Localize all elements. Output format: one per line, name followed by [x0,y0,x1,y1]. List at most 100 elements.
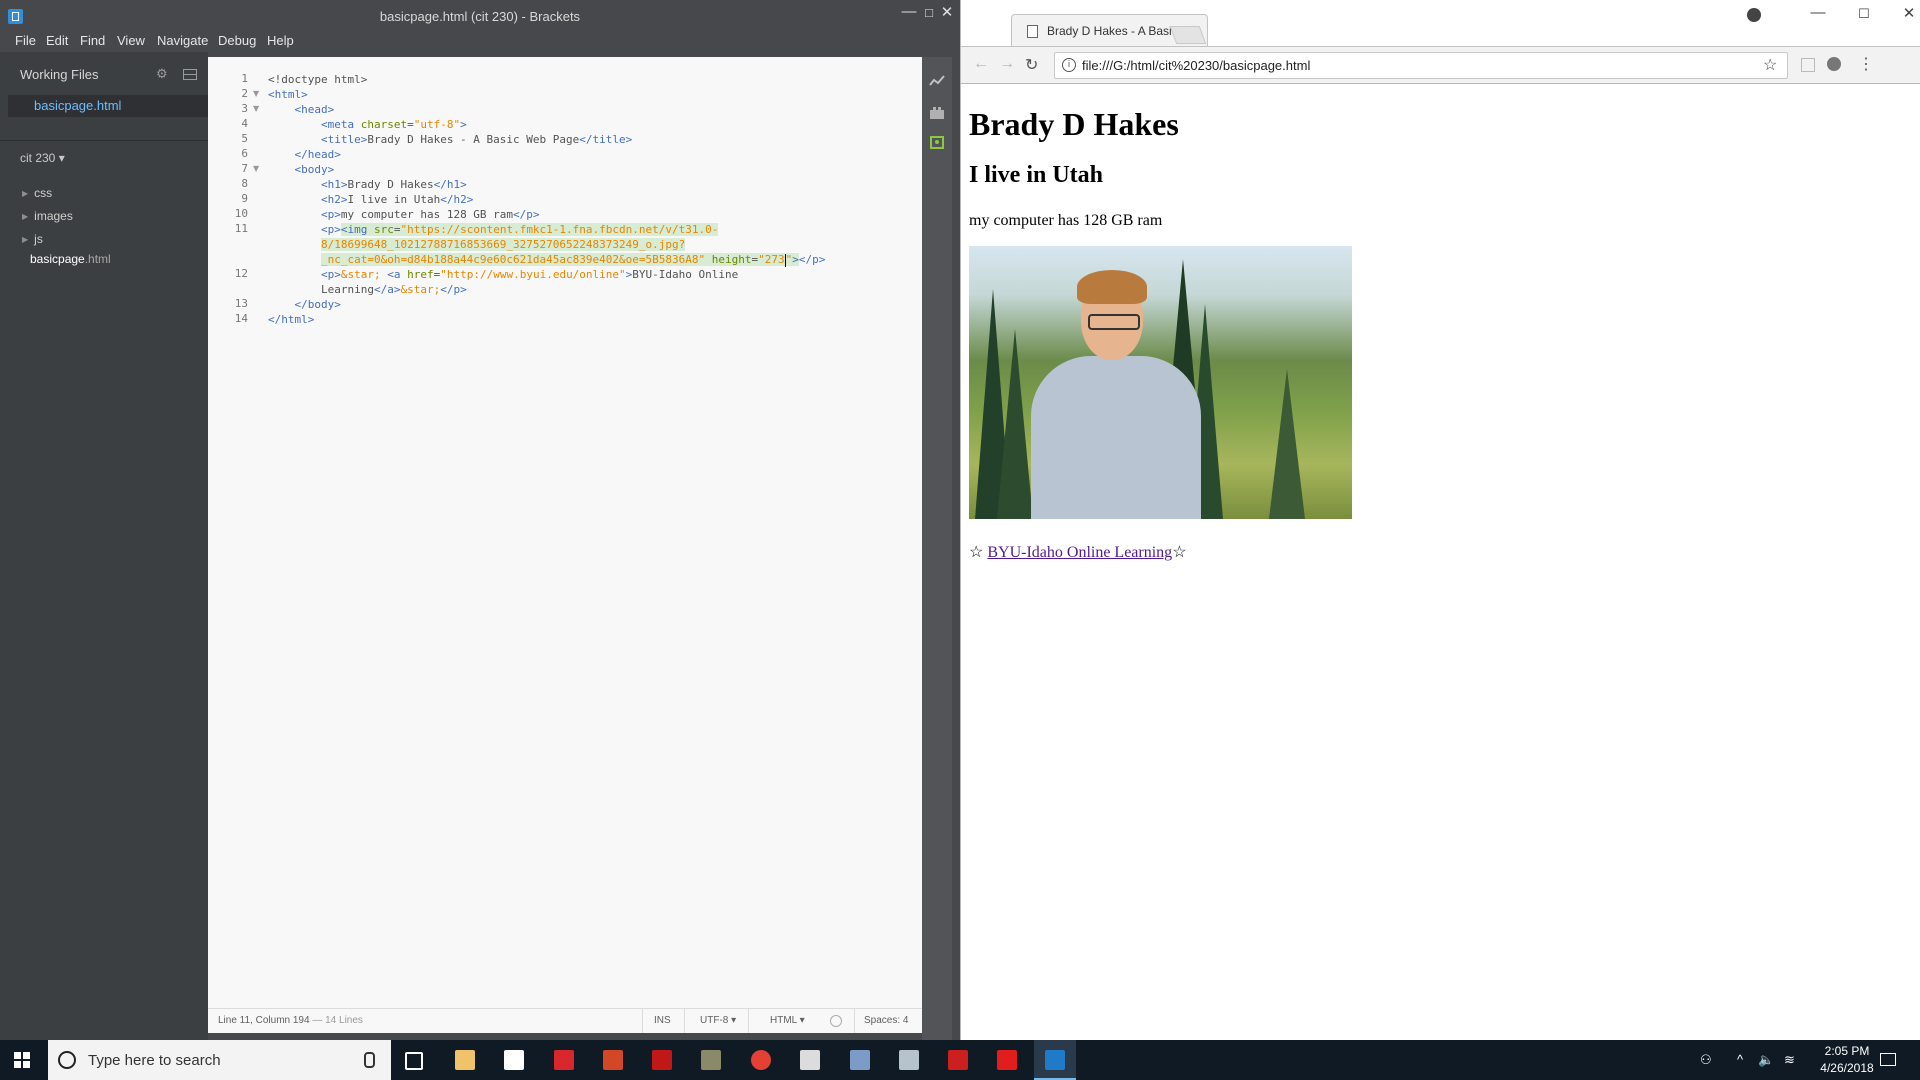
insert-mode-toggle[interactable]: INS [654,1009,671,1033]
maximize-icon[interactable]: ☐ [1849,6,1879,22]
tree-folder-css[interactable]: ▶ css [22,186,52,200]
menu-view[interactable]: View [117,33,145,48]
portrait-photo [969,246,1352,519]
byui-online-link[interactable]: BYU-Idaho Online Learning [987,544,1172,561]
close-icon[interactable]: ✕ [1894,4,1920,22]
calculator-icon[interactable] [800,1050,820,1070]
menu-find[interactable]: Find [80,33,105,48]
app-icon[interactable] [850,1050,870,1070]
fold-arrow-icon[interactable]: ▼ [253,164,259,173]
reload-icon[interactable]: ↻ [1025,55,1038,75]
indent-spaces[interactable]: Spaces: 4 [864,1009,908,1033]
linter-status-icon[interactable] [830,1015,842,1027]
code-line: 8/18699648_10212788716853669_32752706522… [320,238,686,251]
tree-folder-js[interactable]: ▶ js [22,232,43,246]
address-bar[interactable]: i file:///G:/html/cit%20230/basicpage.ht… [1054,52,1788,79]
status-divider [748,1009,749,1033]
clock-date: 4/26/2018 [1820,1061,1874,1075]
tree-folder-images[interactable]: ▶ images [22,209,73,223]
menu-icon[interactable]: ⋮ [1858,54,1874,74]
app-icon[interactable] [554,1050,574,1070]
tab-strip: Brady D Hakes - A Basic W ✕ — ☐ ✕ [961,0,1920,47]
line-number: 4 [241,117,248,130]
code-line: Learning</a>&star;</p> [320,283,467,296]
taskbar-search[interactable]: Type here to search [48,1040,391,1080]
folder-label: js [34,232,43,246]
clock-time: 2:05 PM [1824,1044,1870,1058]
code-line: </body> [294,298,341,311]
status-divider [642,1009,643,1033]
minimize-icon[interactable]: — [1803,4,1833,21]
live-preview-icon[interactable] [929,74,945,88]
profile-icon[interactable] [1747,8,1761,22]
gear-icon[interactable]: ⚙ [156,66,168,82]
code-editor[interactable]: 1 2 3 4 5 6 7 8 9 10 11 12 13 14 ▼ ▼ ▼ <… [208,57,922,1008]
menu-help[interactable]: Help [267,33,294,48]
clock[interactable]: 2:05 PM 4/26/2018 [1812,1043,1882,1077]
chrome-icon[interactable] [751,1050,771,1070]
brackets-titlebar: basicpage.html (cit 230) - Brackets — □ … [0,0,960,30]
file-extension: .html [84,252,111,266]
task-view-icon[interactable] [405,1052,423,1070]
cortana-icon [58,1051,76,1069]
back-icon[interactable]: ← [973,55,989,73]
game-icon[interactable] [701,1050,721,1070]
split-view-icon[interactable] [183,69,197,80]
chrome-window: Brady D Hakes - A Basic W ✕ — ☐ ✕ ← → ↻ … [960,0,1920,1040]
fold-arrow-icon[interactable]: ▼ [253,104,259,113]
show-hidden-icons[interactable]: ^ [1737,1052,1743,1067]
brackets-window: basicpage.html (cit 230) - Brackets — □ … [0,0,960,1040]
code-line: <h2>I live in Utah</h2> [320,193,474,206]
webpage-content: Brady D Hakes I live in Utah my computer… [969,84,1909,1039]
tree-file-basicpage[interactable]: basicpage.html [30,252,111,266]
line-number: 9 [241,192,248,205]
extension-icon[interactable] [1801,58,1815,72]
tree-shape [1269,369,1305,519]
status-divider [854,1009,855,1033]
code-content[interactable]: <!doctype html> <html> <head> <meta char… [268,57,825,326]
browser-toolbar: ← → ↻ i file:///G:/html/cit%20230/basicp… [961,46,1920,84]
fold-arrow-icon[interactable]: ▼ [253,89,259,98]
file-explorer-icon[interactable] [455,1050,475,1070]
menu-edit[interactable]: Edit [46,33,68,48]
line-number: 6 [241,147,248,160]
store-icon[interactable] [504,1050,524,1070]
forward-icon[interactable]: → [999,55,1015,73]
acrobat-icon[interactable] [948,1050,968,1070]
file-name: basicpage [30,252,85,266]
info-icon[interactable]: i [1062,58,1076,72]
star-glyph: ☆ [1172,544,1187,561]
extension-icon[interactable] [929,135,945,149]
microphone-icon[interactable] [364,1052,375,1068]
line-number: 14 [234,312,248,325]
line-number: 13 [234,297,248,310]
extension-manager-icon[interactable] [929,106,945,120]
working-file-item[interactable]: basicpage.html [8,95,208,117]
link-paragraph: ☆ BYU-Idaho Online Learning☆ [969,542,1187,562]
project-dropdown[interactable]: cit 230 ▾ [20,151,65,165]
language-dropdown[interactable]: HTML ▾ [770,1009,805,1033]
brackets-icon [1045,1050,1065,1070]
sidebar-divider [0,140,208,141]
adobe-icon[interactable] [997,1050,1017,1070]
bookmark-star-icon[interactable]: ☆ [1763,55,1777,75]
encoding-dropdown[interactable]: UTF-8 ▾ [700,1009,736,1033]
extension-icon[interactable] [1827,57,1841,71]
mcafee-icon[interactable] [652,1050,672,1070]
line-number: 3 [241,102,248,115]
wifi-icon[interactable]: ≋ [1784,1052,1795,1068]
new-tab-button[interactable] [1169,26,1207,44]
powerpoint-icon[interactable] [603,1050,623,1070]
code-line: <meta charset="utf-8"> [320,118,467,131]
menu-navigate[interactable]: Navigate [157,33,208,48]
menu-file[interactable]: File [15,33,36,48]
folder-label: images [34,209,73,223]
windows-start-icon[interactable] [14,1052,30,1068]
close-icon[interactable]: ✕ [934,3,960,21]
volume-icon[interactable]: 🔈 [1758,1052,1774,1068]
menu-debug[interactable]: Debug [218,33,256,48]
people-icon[interactable]: ⚇ [1700,1052,1712,1068]
brackets-taskbar-button[interactable] [1034,1040,1076,1080]
app-icon[interactable] [899,1050,919,1070]
notification-icon[interactable] [1880,1053,1896,1066]
